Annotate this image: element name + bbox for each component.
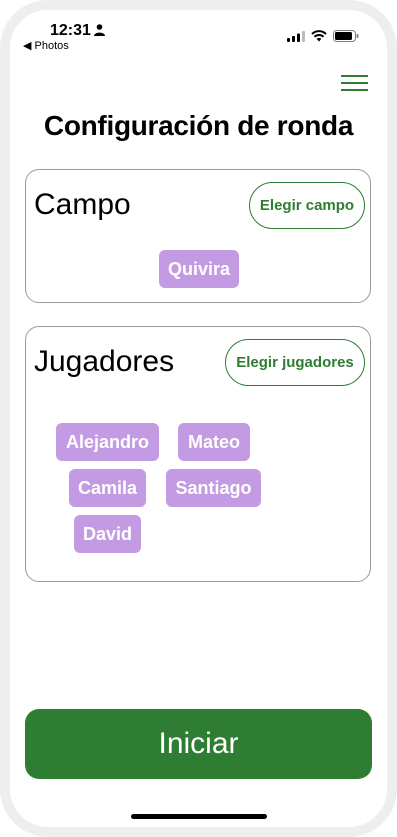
player-chip: David [74,515,141,553]
player-chip: Camila [69,469,146,507]
page-title: Configuración de ronda [43,110,354,141]
hamburger-menu-icon[interactable] [341,75,368,91]
signal-icon [287,30,305,42]
battery-icon [333,30,359,42]
player-chip: Santiago [166,469,261,507]
start-button[interactable]: Iniciar [25,709,372,779]
status-time: 12:31 [50,22,91,39]
field-card: Campo Elegir campo Quivira [25,169,371,303]
field-card-title: Campo [34,188,131,221]
choose-field-button[interactable]: Elegir campo [249,182,365,229]
status-icons [287,30,359,42]
player-chip: Mateo [178,423,250,461]
wifi-icon [311,30,327,42]
person-icon [94,24,105,36]
choose-players-button[interactable]: Elegir jugadores [225,339,365,386]
players-card: Jugadores Elegir jugadores Alejandro Mat… [25,326,371,582]
field-chip: Quivira [159,250,239,288]
home-indicator [131,814,267,819]
players-card-title: Jugadores [34,345,175,378]
back-to-photos-link[interactable]: ◀ Photos [23,39,69,52]
player-chip: Alejandro [56,423,159,461]
